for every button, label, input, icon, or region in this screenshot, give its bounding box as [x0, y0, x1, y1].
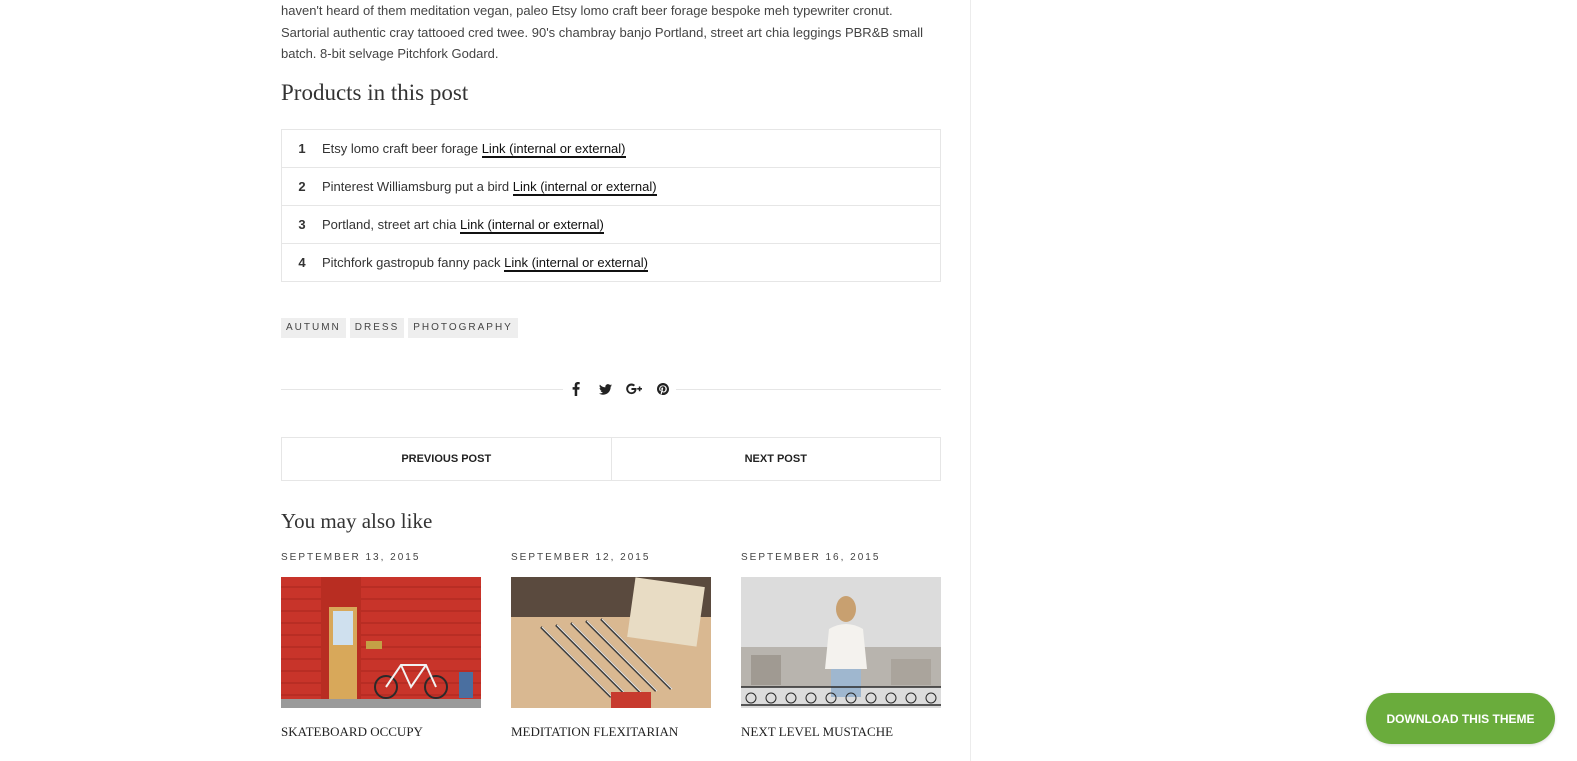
- previous-post-button[interactable]: PREVIOUS POST: [282, 438, 611, 480]
- tag-dress[interactable]: DRESS: [349, 318, 405, 338]
- related-post-date: SEPTEMBER 12, 2015: [511, 552, 651, 563]
- product-number: 3: [298, 217, 306, 232]
- tag-autumn[interactable]: AUTUMN: [281, 318, 346, 338]
- share-bar: [281, 378, 941, 400]
- product-name: Pitchfork gastropub fanny pack: [322, 255, 501, 270]
- related-post-card: SEPTEMBER 16, 2015 NEXT LEVEL MUSTACHE: [741, 552, 941, 740]
- content-divider: [970, 0, 971, 761]
- products-heading: Products in this post: [281, 80, 469, 105]
- post-body-text: haven't heard of them meditation vegan, …: [281, 3, 923, 61]
- google-plus-icon[interactable]: [626, 381, 642, 397]
- page: haven't heard of them meditation vegan, …: [0, 0, 1577, 761]
- related-post-title[interactable]: SKATEBOARD OCCUPY: [281, 724, 481, 740]
- related-post-thumbnail[interactable]: [281, 577, 481, 708]
- product-link[interactable]: Link (internal or external): [512, 179, 657, 196]
- product-number: 4: [298, 255, 306, 270]
- product-row: 2 Pinterest Williamsburg put a bird Link…: [282, 168, 940, 206]
- post-navigation: PREVIOUS POST NEXT POST: [281, 437, 941, 481]
- related-post-title[interactable]: NEXT LEVEL MUSTACHE: [741, 724, 941, 740]
- product-link[interactable]: Link (internal or external): [481, 141, 626, 158]
- related-post-date: SEPTEMBER 13, 2015: [281, 552, 421, 563]
- share-divider-left: [281, 389, 563, 390]
- related-heading: You may also like: [281, 509, 433, 533]
- related-post-card: SEPTEMBER 13, 2015 SKATEBOARD OCCUPY: [281, 552, 481, 740]
- related-post-card: SEPTEMBER 12, 2015 MEDITATION FLEXITARIA…: [511, 552, 711, 740]
- post-tags: AUTUMN DRESS PHOTOGRAPHY: [281, 318, 518, 338]
- product-name: Pinterest Williamsburg put a bird: [322, 179, 510, 194]
- next-post-button[interactable]: NEXT POST: [610, 438, 941, 480]
- share-icons: [563, 378, 676, 400]
- related-post-thumbnail[interactable]: [511, 577, 711, 708]
- pinterest-icon[interactable]: [655, 381, 671, 397]
- facebook-icon[interactable]: [568, 381, 584, 397]
- twitter-icon[interactable]: [597, 381, 613, 397]
- products-table: 1 Etsy lomo craft beer forage Link (inte…: [281, 129, 941, 282]
- product-number: 2: [298, 179, 306, 194]
- product-row: 3 Portland, street art chia Link (intern…: [282, 206, 940, 244]
- product-link[interactable]: Link (internal or external): [460, 217, 604, 234]
- tag-photography[interactable]: PHOTOGRAPHY: [408, 318, 518, 338]
- product-row: 4 Pitchfork gastropub fanny pack Link (i…: [282, 244, 940, 281]
- product-link[interactable]: Link (internal or external): [504, 255, 648, 272]
- product-row: 1 Etsy lomo craft beer forage Link (inte…: [282, 130, 940, 168]
- download-theme-button[interactable]: DOWNLOAD THIS THEME: [1366, 693, 1555, 744]
- related-posts: SEPTEMBER 13, 2015 SKATEBOARD OCCUPY SEP…: [281, 552, 941, 740]
- product-name: Etsy lomo craft beer forage: [322, 141, 479, 156]
- related-post-date: SEPTEMBER 16, 2015: [741, 552, 881, 563]
- related-post-title[interactable]: MEDITATION FLEXITARIAN: [511, 724, 711, 740]
- share-divider-right: [663, 389, 941, 390]
- product-number: 1: [298, 141, 306, 156]
- product-name: Portland, street art chia: [322, 217, 457, 232]
- related-post-thumbnail[interactable]: [741, 577, 941, 708]
